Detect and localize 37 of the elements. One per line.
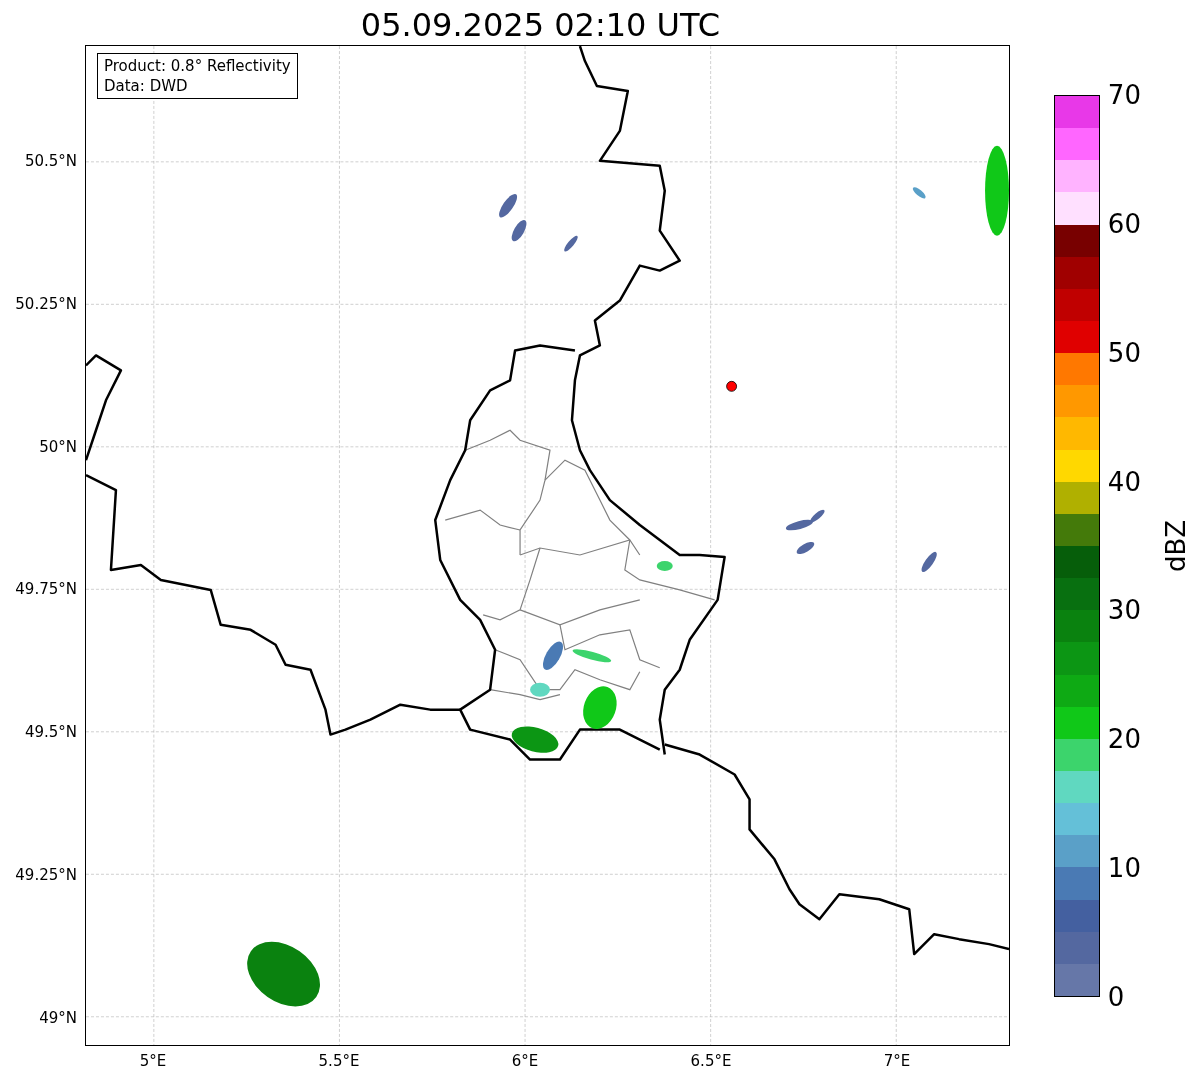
latitude-tick-label: 50°N: [39, 437, 77, 456]
radar-echo: [511, 726, 559, 753]
colorbar-tick-label: 0: [1107, 982, 1125, 1012]
radar-echo: [530, 682, 550, 697]
colorbar-tick-label: 50: [1107, 337, 1141, 368]
radar-echo: [572, 649, 612, 663]
annotation-text: Product: 0.8° Reflectivity: [104, 56, 291, 76]
latitude-tick-label: 49.75°N: [15, 580, 77, 599]
colorbar-tick-label: 10: [1107, 853, 1141, 884]
chart-title: 05.09.2025 02:10 UTC: [360, 5, 721, 45]
longitude-tick-label: 7°E: [883, 1052, 911, 1070]
colorbar-tick-label: 40: [1107, 466, 1141, 497]
longitude-tick-label: 5°E: [139, 1052, 167, 1070]
radar-site-dot: [726, 380, 737, 392]
radar-echo: [796, 541, 815, 555]
radar-echo: [499, 193, 518, 218]
latitude-tick-label: 49°N: [39, 1008, 77, 1027]
annotation-text: Data: DWD: [104, 76, 189, 96]
longitude-tick-label: 5.5°E: [318, 1052, 360, 1070]
colorbar-tick-label: 20: [1107, 724, 1141, 755]
longitude-tick-label: 6.5°E: [690, 1052, 732, 1070]
radar-echo: [656, 560, 673, 571]
longitude-tick-label: 6°E: [511, 1052, 539, 1070]
colorbar-tick-label: 70: [1107, 80, 1141, 110]
radar-echo: [912, 187, 926, 199]
latitude-tick-label: 49.5°N: [24, 723, 77, 742]
radar-echo: [564, 235, 578, 252]
colorbar-tick-label: 30: [1107, 595, 1141, 626]
colorbar-tick-label: 60: [1107, 208, 1141, 239]
latitude-tick-label: 50.5°N: [24, 152, 77, 170]
radar-echo: [511, 220, 527, 242]
latitude-tick-label: 49.25°N: [15, 866, 77, 884]
radar-echo: [921, 551, 937, 573]
latitude-tick-label: 50.25°N: [15, 294, 77, 313]
colorbar-axis-label: dBZ: [1160, 519, 1191, 573]
radar-echo: [542, 641, 563, 670]
radar-echo: [583, 686, 617, 729]
